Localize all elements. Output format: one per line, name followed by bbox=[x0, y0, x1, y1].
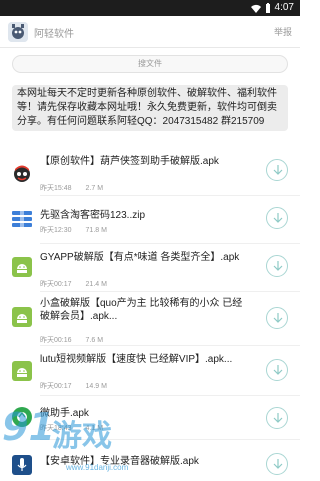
app-title: 阿轻软件 bbox=[34, 29, 74, 40]
wechat-icon bbox=[12, 407, 32, 427]
item-size: 71.8 M bbox=[85, 227, 107, 234]
item-title: 小盒破解版【quo产为主 比较稀有的小众 已经破解会员】.apk... bbox=[40, 298, 243, 322]
status-bar: 4:07 bbox=[0, 0, 300, 16]
item-meta: 昨天15:48 2.7 M bbox=[40, 183, 103, 193]
item-meta: 昨天12:30 71.8 M bbox=[40, 225, 107, 235]
list-item[interactable]: 【安卓软件】专业录音器破解版.apk bbox=[0, 443, 300, 481]
item-size: 2.7 M bbox=[85, 185, 104, 192]
item-title: 微助手.apk bbox=[40, 408, 89, 419]
wifi-icon bbox=[250, 4, 261, 13]
item-meta: 昨天00:16 7.6 M bbox=[40, 335, 103, 345]
item-meta: 昨天00:17 21.4 M bbox=[40, 279, 107, 289]
item-meta: 昨天00:17 14.9 M bbox=[40, 381, 107, 391]
app-bar: 阿轻软件 举报 bbox=[0, 16, 300, 48]
item-time: 昨天18:43 bbox=[40, 425, 72, 432]
android-icon bbox=[12, 307, 32, 327]
item-title: 先驱含淘客密码123..zip bbox=[40, 210, 146, 221]
report-button[interactable]: 举报 bbox=[274, 25, 292, 38]
download-icon bbox=[273, 459, 283, 469]
item-time: 昨天00:17 bbox=[40, 383, 72, 390]
download-button[interactable] bbox=[266, 307, 288, 329]
search-input[interactable]: 搜文件 bbox=[12, 55, 288, 73]
android-icon bbox=[12, 361, 32, 381]
item-title: 【原创软件】葫芦侠签到助手破解版.apk bbox=[40, 156, 219, 167]
item-meta: 昨天18:43 4.1 M bbox=[40, 423, 103, 433]
notice-banner: 本网址每天不定时更新各种原创软件、破解软件、福利软件等！请先保存收藏本网址哦！永… bbox=[12, 85, 288, 131]
status-time: 4:07 bbox=[274, 2, 294, 13]
item-time: 昨天00:16 bbox=[40, 337, 72, 344]
item-time: 昨天15:48 bbox=[40, 185, 72, 192]
item-time: 昨天12:30 bbox=[40, 227, 72, 234]
download-button[interactable] bbox=[266, 453, 288, 475]
item-size: 4.1 M bbox=[85, 425, 104, 432]
divider bbox=[40, 243, 300, 244]
download-icon bbox=[273, 213, 283, 223]
battery-icon bbox=[265, 3, 271, 13]
item-title: 【安卓软件】专业录音器破解版.apk bbox=[40, 456, 199, 467]
download-icon bbox=[273, 413, 283, 423]
file-list: 【原创软件】葫芦侠签到助手破解版.apk 昨天15:48 2.7 M 先驱含淘客密… bbox=[0, 149, 300, 481]
download-button[interactable] bbox=[266, 159, 288, 181]
download-icon bbox=[273, 165, 283, 175]
item-time: 昨天00:17 bbox=[40, 281, 72, 288]
download-button[interactable] bbox=[266, 359, 288, 381]
download-button[interactable] bbox=[266, 255, 288, 277]
item-title: lutu短视频解版【速度快 已经解VIP】.apk... bbox=[40, 354, 233, 365]
download-button[interactable] bbox=[266, 207, 288, 229]
zip-icon bbox=[12, 209, 32, 229]
divider bbox=[40, 195, 300, 196]
divider bbox=[40, 291, 300, 292]
download-icon bbox=[273, 365, 283, 375]
divider bbox=[40, 439, 300, 440]
divider bbox=[40, 395, 300, 396]
download-button[interactable] bbox=[266, 407, 288, 429]
download-icon bbox=[273, 261, 283, 271]
divider bbox=[40, 345, 300, 346]
item-title: GYAPP破解版【有点*味道 各类型齐全】.apk bbox=[40, 252, 240, 263]
avatar-icon bbox=[12, 163, 32, 183]
item-size: 7.6 M bbox=[85, 337, 104, 344]
item-size: 14.9 M bbox=[85, 383, 107, 390]
item-size: 21.4 M bbox=[85, 281, 107, 288]
list-item[interactable]: 小盒破解版【quo产为主 比较稀有的小众 已经破解会员】.apk... 昨天00… bbox=[0, 293, 300, 349]
android-icon bbox=[12, 257, 32, 277]
status-icons: 4:07 bbox=[250, 2, 294, 14]
download-icon bbox=[273, 313, 283, 323]
mic-icon bbox=[12, 455, 32, 475]
app-logo[interactable] bbox=[8, 22, 28, 42]
